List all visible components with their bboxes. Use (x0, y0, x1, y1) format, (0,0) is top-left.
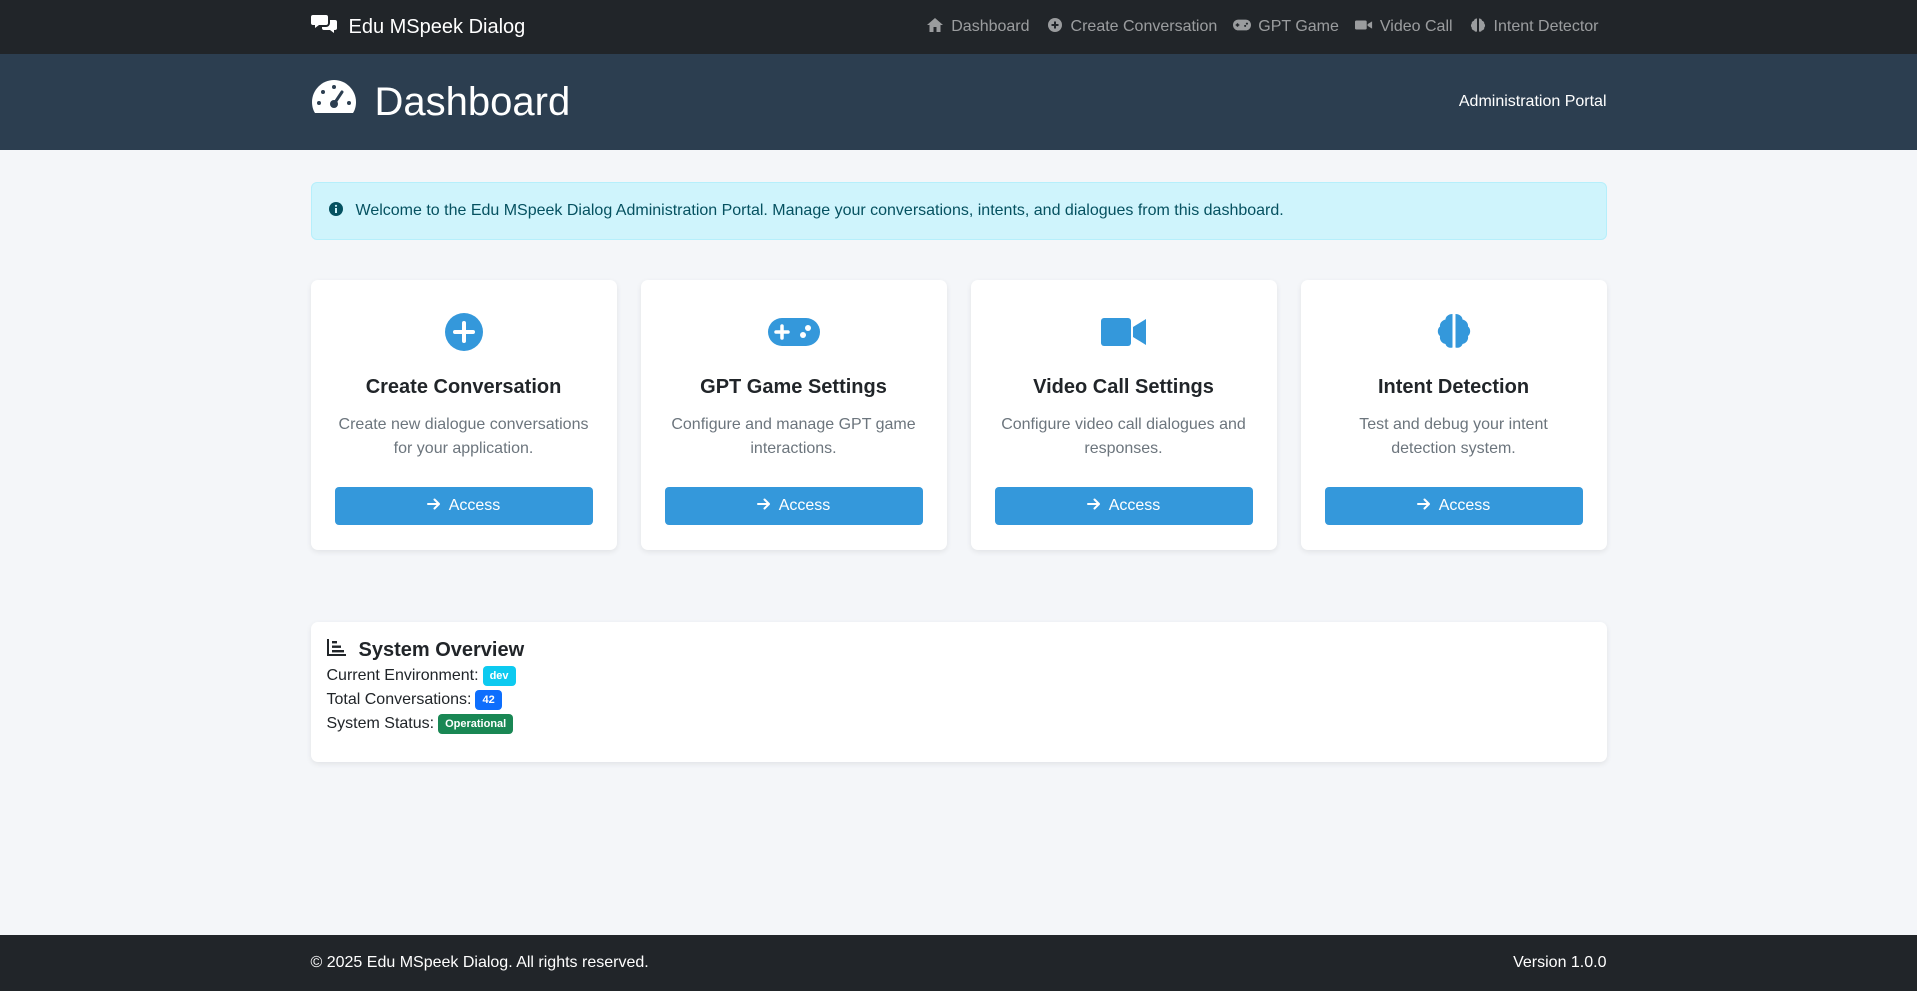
card-title: Video Call Settings (1033, 376, 1214, 398)
video-icon (1100, 310, 1147, 354)
card-gpt-game-settings: GPT Game Settings Configure and manage G… (640, 280, 947, 550)
arrow-right-icon (426, 497, 441, 516)
nav-item-gpt-game[interactable]: GPT Game (1233, 17, 1339, 38)
main-nav: Dashboard Create Conversation GPT Game V… (926, 17, 1599, 38)
nav-item-intent-detector[interactable]: Intent Detector (1469, 17, 1599, 38)
tachometer-icon (311, 77, 357, 127)
nav-item-dashboard[interactable]: Dashboard (926, 17, 1030, 38)
access-button[interactable]: Access (664, 487, 923, 525)
welcome-alert: Welcome to the Edu MSpeek Dialog Adminis… (310, 182, 1607, 240)
card-description: Configure video call dialogues and respo… (1001, 416, 1246, 457)
stat-label: Current Environment: (326, 667, 479, 684)
gamepad-icon (767, 310, 820, 354)
overview-title-text: System Overview (358, 638, 525, 661)
nav-item-label: Create Conversation (1070, 18, 1218, 35)
card-title: GPT Game Settings (700, 376, 887, 398)
nav-item-label: Intent Detector (1493, 18, 1599, 35)
nav-item-label: Dashboard (951, 18, 1030, 35)
stat-conversations: Total Conversations: 42 (327, 690, 1591, 710)
nav-item-label: GPT Game (1258, 18, 1339, 35)
status-badge: Operational (438, 714, 514, 734)
stat-label: System Status: (326, 715, 435, 732)
portal-label: Administration Portal (1458, 93, 1607, 110)
card-grid: Create Conversation Create new dialogue … (310, 280, 1607, 550)
conversations-count-badge: 42 (475, 690, 502, 710)
page-title: Dashboard (311, 77, 571, 127)
card-title: Create Conversation (365, 376, 562, 398)
access-button-label: Access (778, 497, 831, 514)
card-description: Create new dialogue conversations for yo… (338, 416, 589, 457)
card-intent-detection: Intent Detection Test and debug your int… (1300, 280, 1607, 550)
page-header: Dashboard Administration Portal (0, 54, 1917, 150)
comments-icon (310, 13, 337, 41)
home-icon (926, 17, 944, 38)
access-button-label: Access (1108, 497, 1161, 514)
access-button-label: Access (1438, 497, 1491, 514)
footer-version: Version 1.0.0 (1513, 954, 1607, 971)
card-description: Test and debug your intent detection sys… (1359, 416, 1548, 457)
card-create-conversation: Create Conversation Create new dialogue … (310, 280, 617, 550)
arrow-right-icon (1416, 497, 1431, 516)
stat-status: System Status: Operational (327, 714, 1591, 734)
access-button[interactable]: Access (334, 487, 593, 525)
brand-link[interactable]: Edu MSpeek Dialog (310, 13, 526, 41)
footer: © 2025 Edu MSpeek Dialog. All rights res… (0, 935, 1917, 991)
footer-copyright: © 2025 Edu MSpeek Dialog. All rights res… (310, 954, 649, 971)
info-circle-icon (328, 201, 344, 222)
nav-item-label: Video Call (1379, 18, 1453, 35)
stat-environment: Current Environment: dev (327, 666, 1591, 686)
environment-badge: dev (482, 666, 516, 686)
brain-icon (1434, 310, 1474, 354)
brand-name: Edu MSpeek Dialog (348, 15, 526, 38)
arrow-right-icon (1086, 497, 1101, 516)
main-content: Welcome to the Edu MSpeek Dialog Adminis… (310, 182, 1607, 762)
video-icon (1354, 17, 1373, 38)
brain-icon (1469, 17, 1487, 38)
chart-bar-icon (326, 638, 347, 662)
access-button[interactable]: Access (1324, 487, 1583, 525)
plus-circle-icon (1046, 17, 1064, 38)
card-video-call-settings: Video Call Settings Configure video call… (970, 280, 1277, 550)
page-title-text: Dashboard (374, 79, 571, 124)
nav-item-video-call[interactable]: Video Call (1354, 17, 1453, 38)
top-navbar: Edu MSpeek Dialog Dashboard Create Conve… (0, 0, 1917, 54)
alert-text: Welcome to the Edu MSpeek Dialog Adminis… (355, 202, 1284, 219)
stat-label: Total Conversations: (326, 691, 472, 708)
access-button-label: Access (448, 497, 501, 514)
nav-item-create-conversation[interactable]: Create Conversation (1046, 17, 1218, 38)
card-description: Configure and manage GPT game interactio… (671, 416, 916, 457)
gamepad-icon (1233, 17, 1252, 38)
plus-circle-icon (444, 310, 484, 354)
system-overview-panel: System Overview Current Environment: dev… (310, 622, 1607, 762)
access-button[interactable]: Access (994, 487, 1253, 525)
arrow-right-icon (756, 497, 771, 516)
card-title: Intent Detection (1377, 376, 1530, 398)
overview-title: System Overview (326, 638, 1591, 662)
